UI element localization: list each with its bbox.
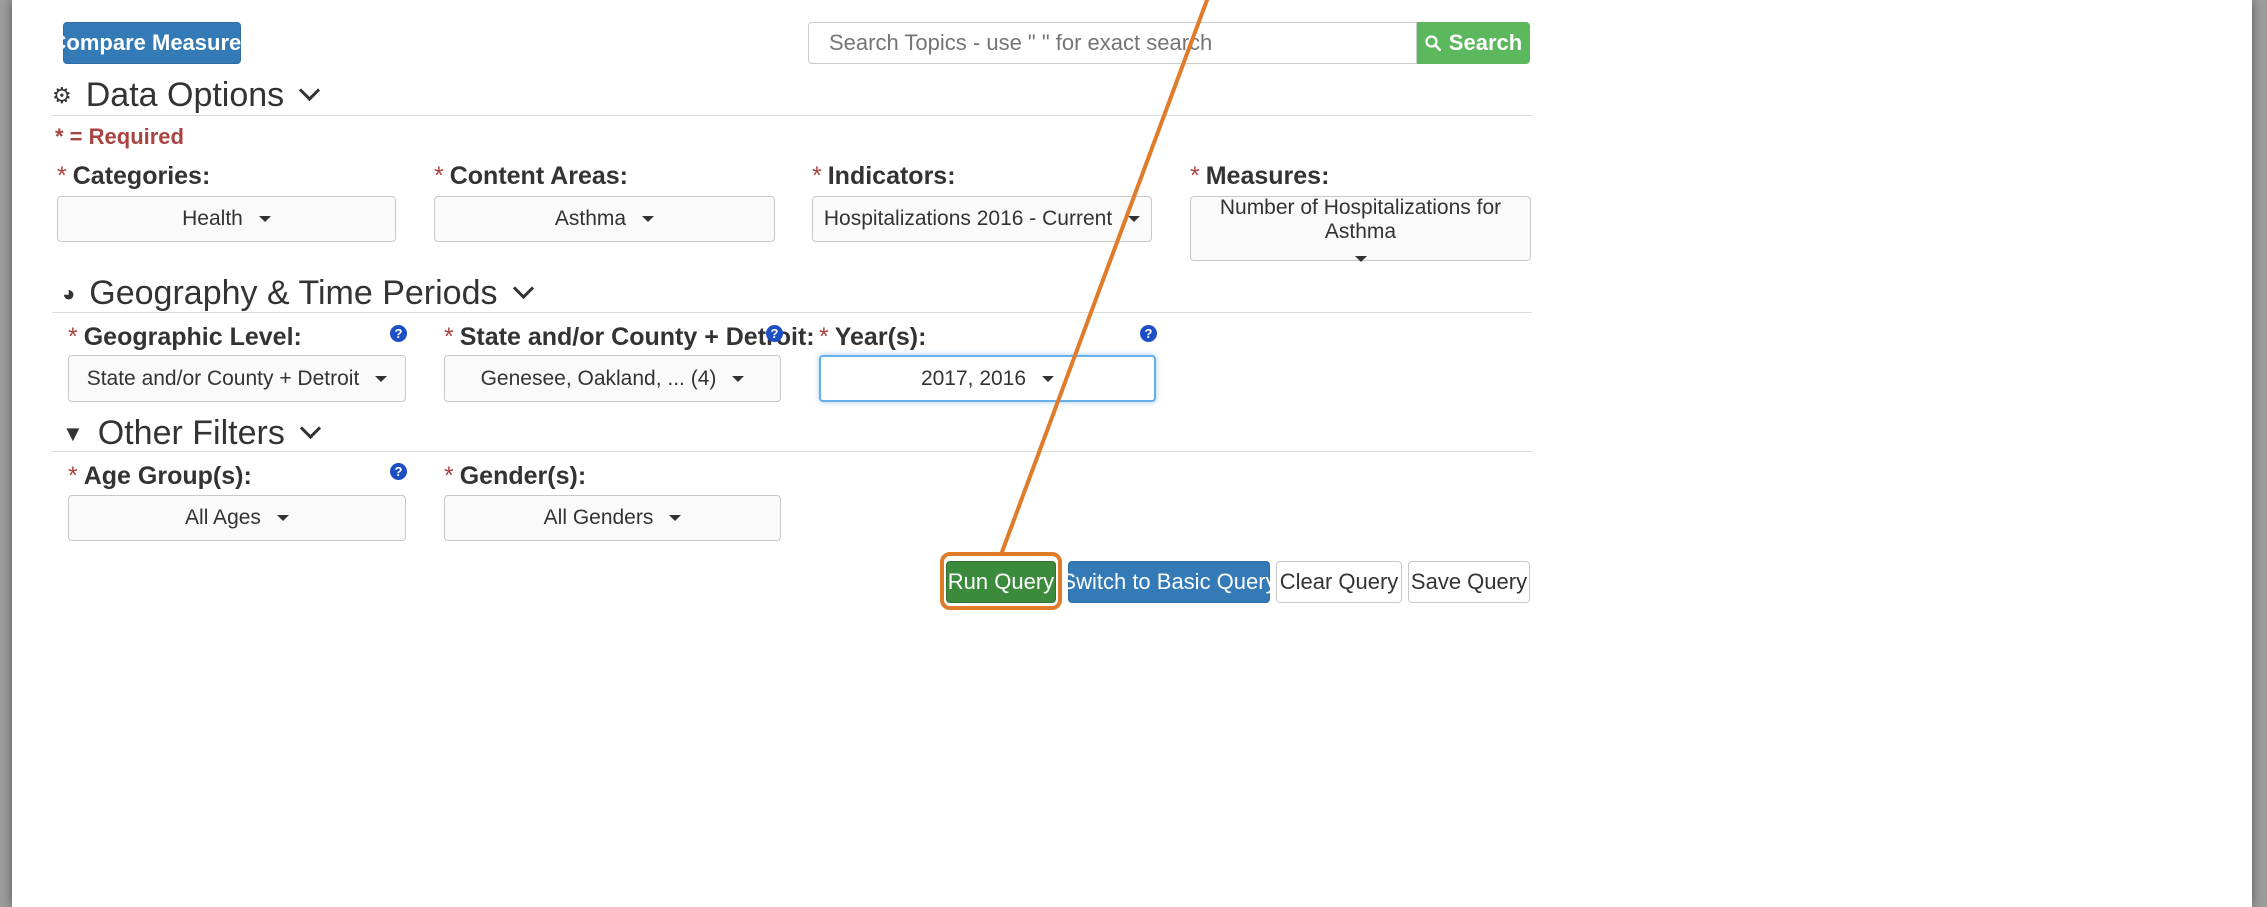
divider (52, 115, 1532, 116)
content-areas-label: * Content Areas: (434, 162, 628, 190)
required-marker: * (68, 323, 78, 351)
indicators-value: Hospitalizations 2016 - Current (823, 207, 1113, 230)
geographic-level-value: State and/or County + Detroit (86, 366, 360, 390)
required-marker: * (444, 462, 454, 490)
age-groups-dropdown[interactable]: All Ages (68, 495, 406, 541)
categories-value: Health (182, 207, 243, 230)
filter-icon: ▼ (62, 420, 84, 446)
caret-down-icon (669, 515, 682, 521)
query-panel: Compare Measures Search ⚙ Data Options *… (12, 0, 2252, 907)
content-areas-dropdown[interactable]: Asthma (434, 196, 775, 242)
caret-down-icon (1128, 216, 1141, 222)
help-icon[interactable]: ? (390, 325, 407, 342)
help-icon[interactable]: ? (766, 325, 783, 342)
age-groups-value: All Ages (185, 506, 261, 529)
divider (52, 451, 1532, 452)
state-county-label: * State and/or County + Detroit: (444, 323, 815, 351)
annotation-arrow (1000, 0, 1209, 554)
compare-measures-button[interactable]: Compare Measures (51, 22, 254, 64)
data-options-toggle[interactable]: ⚙ Data Options (52, 76, 321, 115)
measures-value: Number of Hospitalizations for Asthma (1219, 195, 1502, 243)
globe-icon: ◕ (62, 280, 76, 306)
chevron-down-icon (299, 417, 321, 440)
search-input[interactable] (808, 22, 1417, 64)
content-areas-value: Asthma (554, 207, 627, 230)
other-filters-title: Other Filters (97, 414, 285, 452)
help-icon[interactable]: ? (1140, 325, 1157, 342)
genders-label: * Gender(s): (444, 462, 587, 490)
indicators-label: * Indicators: (812, 162, 956, 190)
caret-down-icon (642, 216, 655, 222)
required-marker: * (434, 162, 444, 190)
genders-value: All Genders (543, 506, 654, 529)
caret-down-icon (732, 375, 745, 382)
required-marker: * (444, 323, 454, 351)
chevron-down-icon (512, 277, 534, 300)
search-button-label: Search (1448, 30, 1523, 55)
search-icon (1425, 35, 1441, 51)
categories-label: * Categories: (57, 162, 211, 190)
data-options-title: Data Options (85, 76, 285, 114)
categories-dropdown[interactable]: Health (57, 196, 396, 242)
years-value: 2017, 2016 (920, 366, 1027, 390)
caret-down-icon (1354, 255, 1367, 262)
save-query-button[interactable]: Save Query (1408, 561, 1530, 603)
required-note: * = Required (55, 124, 184, 149)
required-marker: * (1190, 162, 1200, 190)
state-county-dropdown[interactable]: Genesee, Oakland, ... (4) (444, 355, 781, 402)
other-filters-toggle[interactable]: ▼ Other Filters (62, 414, 321, 453)
geography-toggle[interactable]: ◕ Geography & Time Periods (62, 274, 534, 313)
caret-down-icon (258, 216, 271, 222)
years-label: * Year(s): (819, 323, 927, 351)
required-marker: * (819, 323, 829, 351)
clear-query-button[interactable]: Clear Query (1276, 561, 1402, 603)
genders-dropdown[interactable]: All Genders (444, 495, 781, 541)
chevron-down-icon (299, 79, 321, 102)
geographic-level-label: * Geographic Level: (68, 323, 302, 351)
age-groups-label: * Age Group(s): (68, 462, 252, 490)
required-marker: * (68, 462, 78, 490)
caret-down-icon (276, 515, 289, 521)
search-button[interactable]: Search (1417, 22, 1530, 64)
switch-basic-query-button[interactable]: Switch to Basic Query (1061, 561, 1277, 603)
caret-down-icon (375, 375, 388, 382)
indicators-dropdown[interactable]: Hospitalizations 2016 - Current (812, 196, 1152, 242)
divider (52, 312, 1532, 313)
required-marker: * (812, 162, 822, 190)
measures-label: * Measures: (1190, 162, 1330, 190)
geographic-level-dropdown[interactable]: State and/or County + Detroit (68, 355, 406, 402)
measures-dropdown[interactable]: Number of Hospitalizations for Asthma (1190, 195, 1531, 262)
gears-icon: ⚙ (52, 82, 72, 108)
caret-down-icon (1042, 375, 1055, 382)
required-marker: * (57, 162, 67, 190)
state-county-value: Genesee, Oakland, ... (4) (480, 366, 717, 390)
years-dropdown[interactable]: 2017, 2016 (819, 355, 1156, 402)
help-icon[interactable]: ? (390, 463, 407, 480)
geography-title: Geography & Time Periods (89, 274, 498, 312)
run-query-button[interactable]: Run Query (946, 561, 1056, 603)
